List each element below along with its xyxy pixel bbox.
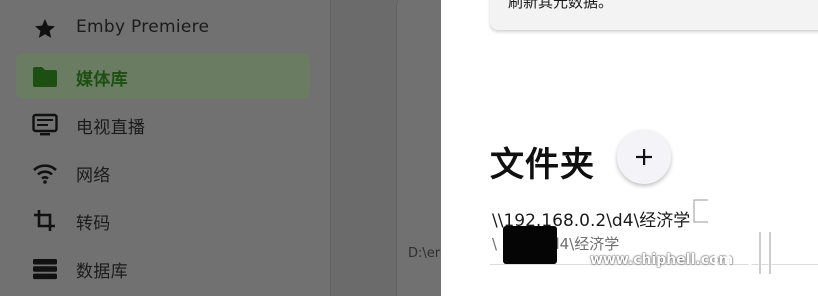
plus-icon (636, 149, 652, 165)
sidebar-item-label: 网络 (76, 166, 111, 186)
sidebar-item-database[interactable]: 数据库 (16, 245, 310, 291)
sidebar-item-transcoding[interactable]: 转码 (16, 197, 310, 243)
folders-section-title: 文件夹 (490, 145, 595, 185)
sidebar-item-network[interactable]: 网络 (16, 149, 310, 195)
folder-icon (32, 64, 58, 90)
sidebar-item-label: Emby Premiere (76, 17, 210, 37)
redaction-mark (503, 226, 557, 264)
sidebar-item-label: 媒体库 (76, 70, 128, 90)
live-tv-icon (32, 112, 58, 138)
sidebar-item-label: 转码 (76, 214, 111, 234)
library-path-fragment: D:\er (408, 246, 441, 261)
folder-sub-prefix: \ (492, 235, 498, 253)
add-folder-button[interactable] (617, 130, 671, 184)
crop-icon (32, 208, 58, 234)
settings-sidebar: Emby Premiere 媒体库 电视直播 网络 转码 数据库 (0, 0, 330, 296)
chiphell-logo-icon (692, 186, 781, 279)
database-icon (32, 256, 58, 282)
metadata-note-box: 刷新其元数据。 (490, 0, 818, 30)
metadata-note-text: 刷新其元数据。 (508, 0, 614, 11)
sidebar-item-label: 电视直播 (76, 118, 146, 138)
wifi-icon (32, 160, 58, 186)
sidebar-item-live-tv[interactable]: 电视直播 (16, 101, 310, 147)
sidebar-item-library[interactable]: 媒体库 (16, 53, 310, 99)
sidebar-item-label: 数据库 (76, 262, 128, 282)
sidebar-item-emby-premiere[interactable]: Emby Premiere (16, 5, 310, 51)
star-icon (32, 16, 58, 42)
